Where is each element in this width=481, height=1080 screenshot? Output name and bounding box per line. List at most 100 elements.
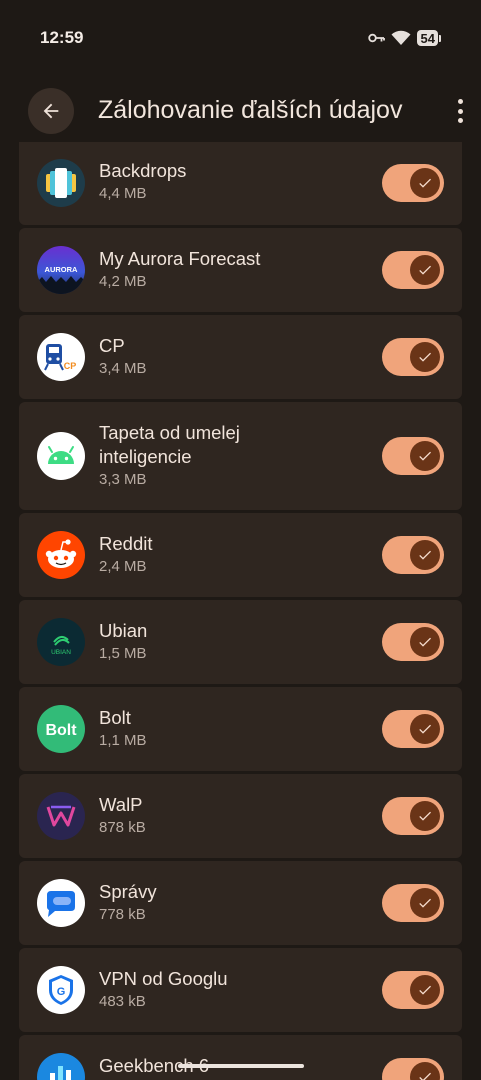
check-icon	[419, 1072, 431, 1080]
check-icon	[419, 550, 431, 560]
app-size: 878 kB	[99, 819, 146, 836]
app-info: Backdrops 4,4 MB	[99, 159, 186, 204]
app-size: 483 kB	[99, 993, 146, 1010]
backup-toggle[interactable]	[382, 338, 444, 376]
app-info: My Aurora Forecast 4,2 MB	[99, 247, 260, 292]
app-row-bolt[interactable]: Bolt Bolt 1,1 MB	[19, 687, 462, 771]
more-options-button[interactable]	[453, 97, 467, 125]
back-button[interactable]	[28, 88, 74, 134]
toggle-thumb	[410, 540, 440, 570]
app-size: 778 kB	[99, 906, 146, 923]
app-info: Správy 778 kB	[99, 880, 157, 925]
more-dot-icon	[457, 108, 463, 114]
battery-tip	[439, 34, 441, 42]
toggle-thumb	[410, 714, 440, 744]
ubian-icon: UBIAN	[37, 618, 85, 666]
status-time: 12:59	[40, 28, 84, 47]
ubian-icon-label: UBIAN	[51, 649, 71, 656]
app-row-spravy[interactable]: Správy 778 kB	[19, 861, 462, 945]
app-name: WalP	[99, 794, 143, 815]
app-info: Bolt 1,1 MB	[99, 706, 147, 751]
app-name: Správy	[99, 881, 157, 902]
backup-toggle[interactable]	[382, 623, 444, 661]
arrow-back-icon	[43, 103, 59, 119]
app-size: 4,2 MB	[99, 273, 147, 290]
battery-indicator: 54	[416, 30, 441, 46]
app-row-geekbench-6[interactable]: Geekbench 6	[19, 1035, 462, 1080]
toggle-thumb	[410, 342, 440, 372]
backup-toggle[interactable]	[382, 797, 444, 835]
app-row-walp[interactable]: WalP 878 kB	[19, 774, 462, 858]
app-row-ubian[interactable]: UBIAN Ubian 1,5 MB	[19, 600, 462, 684]
backup-toggle[interactable]	[382, 437, 444, 475]
toggle-thumb	[410, 441, 440, 471]
toggle-thumb	[410, 1062, 440, 1080]
more-dot-icon	[457, 99, 463, 104]
toggle-thumb	[410, 168, 440, 198]
app-size: 4,4 MB	[99, 185, 147, 202]
app-name: Backdrops	[99, 160, 187, 181]
backup-toggle[interactable]	[382, 164, 444, 202]
cp-icon: CP	[37, 333, 85, 381]
battery-level: 54	[416, 30, 438, 46]
backup-toggle[interactable]	[382, 1058, 444, 1080]
app-size: 1,1 MB	[99, 732, 147, 749]
app-name: Reddit	[99, 533, 153, 554]
reddit-icon	[37, 531, 85, 579]
backup-toggle[interactable]	[382, 536, 444, 574]
app-name: CP	[99, 335, 125, 356]
toggle-thumb	[410, 975, 440, 1005]
app-info: VPN od Googlu 483 kB	[99, 967, 228, 1012]
app-row-backdrops[interactable]: Backdrops 4,4 MB	[19, 142, 462, 225]
geekbench-icon	[37, 1053, 85, 1080]
aurora-icon: AURORA	[37, 246, 85, 294]
check-icon	[419, 265, 431, 275]
vpn-key-icon	[367, 33, 385, 43]
backup-toggle[interactable]	[382, 971, 444, 1009]
app-info: Ubian 1,5 MB	[99, 619, 147, 664]
messages-icon	[37, 879, 85, 927]
app-size: 2,4 MB	[99, 558, 147, 575]
vpn-icon: G	[37, 966, 85, 1014]
backup-toggle[interactable]	[382, 710, 444, 748]
vpn-icon-label: G	[57, 986, 66, 998]
check-icon	[419, 811, 431, 821]
check-icon	[419, 352, 431, 362]
status-bar: 12:59 54	[0, 0, 481, 78]
backup-toggle[interactable]	[382, 884, 444, 922]
backup-toggle[interactable]	[382, 251, 444, 289]
app-info: CP 3,4 MB	[99, 334, 147, 379]
check-icon	[419, 178, 431, 188]
toggle-thumb	[410, 627, 440, 657]
app-info: WalP 878 kB	[99, 793, 146, 838]
app-name: Tapeta od umelej inteligencie	[99, 422, 240, 467]
cp-icon-label: CP	[64, 361, 77, 371]
app-info: Reddit 2,4 MB	[99, 532, 152, 577]
app-row-my-aurora-forecast[interactable]: AURORA My Aurora Forecast 4,2 MB	[19, 228, 462, 312]
toggle-thumb	[410, 255, 440, 285]
status-icons: 54	[367, 30, 441, 46]
app-name: VPN od Googlu	[99, 968, 228, 989]
app-name: Ubian	[99, 620, 148, 641]
app-row-reddit[interactable]: Reddit 2,4 MB	[19, 513, 462, 597]
wifi-icon	[391, 30, 411, 45]
android-icon	[37, 432, 85, 480]
check-icon	[419, 637, 431, 647]
check-icon	[419, 451, 431, 461]
check-icon	[419, 724, 431, 734]
app-row-vpn-od-googlu[interactable]: G VPN od Googlu 483 kB	[19, 948, 462, 1032]
bolt-icon-label: Bolt	[45, 722, 77, 739]
app-row-tapeta-od-umelej-inteligencie[interactable]: Tapeta od umelej inteligencie 3,3 MB	[19, 402, 462, 510]
gesture-nav-handle[interactable]	[178, 1064, 304, 1068]
check-icon	[419, 985, 431, 995]
more-dot-icon	[457, 118, 463, 123]
app-info: Tapeta od umelej inteligencie 3,3 MB	[99, 421, 329, 490]
app-row-cp[interactable]: CP CP 3,4 MB	[19, 315, 462, 399]
app-size: 1,5 MB	[99, 645, 147, 662]
toggle-thumb	[410, 801, 440, 831]
bolt-icon: Bolt	[37, 705, 85, 753]
page-title: Zálohovanie ďalších údajov	[98, 96, 403, 124]
app-bar: Zálohovanie ďalších údajov	[0, 80, 481, 142]
app-name: My Aurora Forecast	[99, 248, 261, 269]
aurora-icon-label: AURORA	[45, 265, 78, 274]
